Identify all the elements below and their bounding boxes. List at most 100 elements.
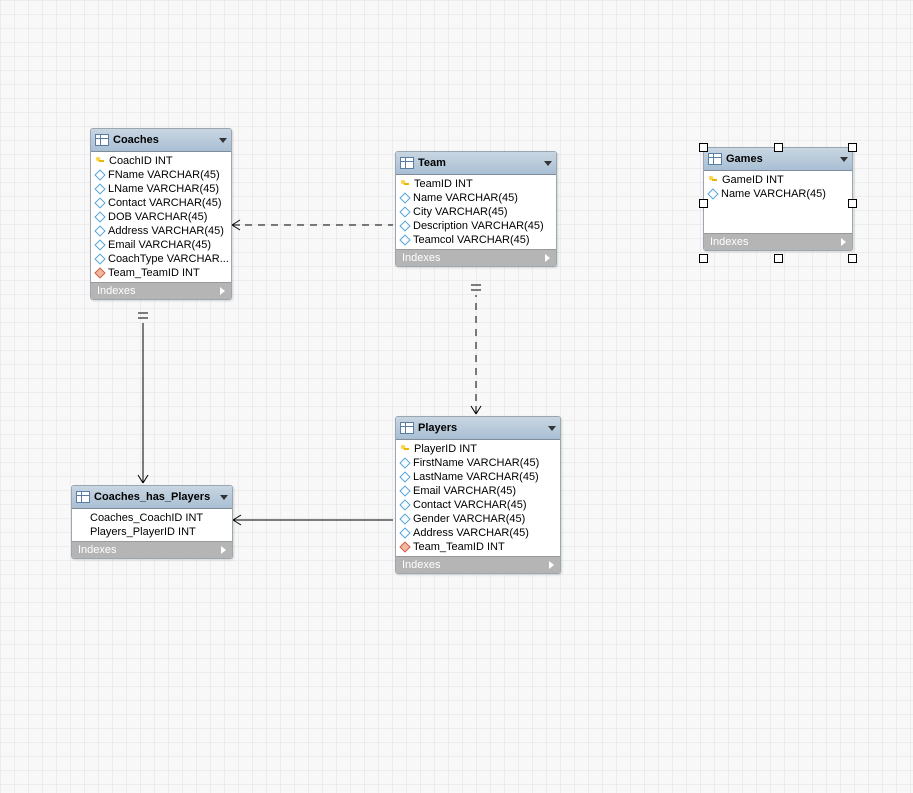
column-label: Address VARCHAR(45) [108,225,224,237]
column-row[interactable]: LastName VARCHAR(45) [396,470,560,484]
selection-handle[interactable] [848,199,857,208]
indexes-section[interactable]: Indexes [91,282,231,299]
table-icon [76,491,90,503]
entity-chp[interactable]: Coaches_has_PlayersCoaches_CoachID INTPl… [71,485,233,559]
collapse-arrow-icon[interactable] [840,157,848,162]
column-row[interactable]: Coaches_CoachID INT [72,511,232,525]
entity-header[interactable]: Coaches_has_Players [72,486,232,509]
column-label: GameID INT [722,174,784,186]
selection-handle[interactable] [774,254,783,263]
selection-handle[interactable] [699,199,708,208]
column-row[interactable]: Address VARCHAR(45) [396,526,560,540]
entity-header[interactable]: Coaches [91,129,231,152]
indexes-section[interactable]: Indexes [704,233,852,250]
entity-header[interactable]: Players [396,417,560,440]
selection-handle[interactable] [848,143,857,152]
expand-arrow-icon[interactable] [545,254,550,262]
column-icon [94,253,105,264]
column-icon [399,220,410,231]
column-row[interactable]: Team_TeamID INT [396,540,560,554]
column-label: FirstName VARCHAR(45) [413,457,539,469]
column-row[interactable]: GameID INT [704,173,852,187]
column-label: City VARCHAR(45) [413,206,508,218]
column-row[interactable]: DOB VARCHAR(45) [91,210,231,224]
column-label: LastName VARCHAR(45) [413,471,539,483]
entity-header[interactable]: Team [396,152,556,175]
column-row[interactable]: Contact VARCHAR(45) [91,196,231,210]
entity-games[interactable]: GamesGameID INTName VARCHAR(45)Indexes [703,147,853,251]
column-row[interactable]: LName VARCHAR(45) [91,182,231,196]
column-row[interactable]: Contact VARCHAR(45) [396,498,560,512]
column-icon [399,513,410,524]
column-row[interactable]: PlayerID INT [396,442,560,456]
column-row[interactable]: Team_TeamID INT [91,266,231,280]
entity-players[interactable]: Players PlayerID INT FirstName VARCHAR(45)… [395,416,561,574]
column-icon [399,192,410,203]
expand-arrow-icon[interactable] [549,561,554,569]
column-label: PlayerID INT [414,443,477,455]
key-icon [709,176,718,185]
entity-coaches[interactable]: Coaches CoachID INTFName VARCHAR(45)LName… [90,128,232,300]
column-label: Coaches_CoachID INT [90,512,203,524]
key-icon [401,180,410,189]
indexes-section[interactable]: Indexes [396,556,560,573]
column-label: DOB VARCHAR(45) [108,211,207,223]
column-row[interactable]: Email VARCHAR(45) [91,238,231,252]
column-row[interactable]: Name VARCHAR(45) [396,191,556,205]
selection-handle[interactable] [774,143,783,152]
collapse-arrow-icon[interactable] [548,426,556,431]
table-icon [95,134,109,146]
selection-handle[interactable] [848,254,857,263]
column-row[interactable]: Address VARCHAR(45) [91,224,231,238]
expand-arrow-icon[interactable] [841,238,846,246]
column-label: LName VARCHAR(45) [108,183,219,195]
column-row[interactable]: Gender VARCHAR(45) [396,512,560,526]
expand-arrow-icon[interactable] [220,287,225,295]
indexes-label: Indexes [78,544,117,556]
column-label: Contact VARCHAR(45) [413,499,527,511]
entity-body: Coaches_CoachID INTPlayers_PlayerID INT [72,509,232,541]
column-label: Address VARCHAR(45) [413,527,529,539]
column-icon [399,471,410,482]
entity-team[interactable]: TeamTeamID INTName VARCHAR(45)City VARCH… [395,151,557,267]
column-icon [94,239,105,250]
table-icon [400,422,414,434]
column-row[interactable]: Players_PlayerID INT [72,525,232,539]
column-row[interactable]: Description VARCHAR(45) [396,219,556,233]
column-label: Gender VARCHAR(45) [413,513,525,525]
column-label: TeamID INT [414,178,473,190]
column-label: Email VARCHAR(45) [413,485,516,497]
entity-body: PlayerID INT FirstName VARCHAR(45) LastNam… [396,440,560,556]
column-icon [399,457,410,468]
entity-title: Coaches [113,134,159,146]
column-row[interactable]: TeamID INT [396,177,556,191]
column-row[interactable]: FName VARCHAR(45) [91,168,231,182]
selection-handle[interactable] [699,143,708,152]
expand-arrow-icon[interactable] [221,546,226,554]
column-icon [399,527,410,538]
column-row[interactable]: Email VARCHAR(45) [396,484,560,498]
entity-body: TeamID INTName VARCHAR(45)City VARCHAR(4… [396,175,556,249]
indexes-section[interactable]: Indexes [72,541,232,558]
column-icon [399,234,410,245]
key-icon [401,445,410,454]
column-icon [94,169,105,180]
column-row[interactable]: CoachType VARCHAR... [91,252,231,266]
column-row[interactable]: City VARCHAR(45) [396,205,556,219]
column-row[interactable]: CoachID INT [91,154,231,168]
column-row[interactable]: Teamcol VARCHAR(45) [396,233,556,247]
table-icon [400,157,414,169]
column-row[interactable]: FirstName VARCHAR(45) [396,456,560,470]
collapse-arrow-icon[interactable] [219,138,227,143]
column-label: Team_TeamID INT [413,541,505,553]
blank-icon [77,514,86,523]
column-icon [94,197,105,208]
column-row[interactable]: Name VARCHAR(45) [704,187,852,201]
collapse-arrow-icon[interactable] [544,161,552,166]
indexes-section[interactable]: Indexes [396,249,556,266]
column-label: Team_TeamID INT [108,267,200,279]
selection-handle[interactable] [699,254,708,263]
collapse-arrow-icon[interactable] [220,495,228,500]
column-icon [399,485,410,496]
indexes-label: Indexes [402,559,441,571]
